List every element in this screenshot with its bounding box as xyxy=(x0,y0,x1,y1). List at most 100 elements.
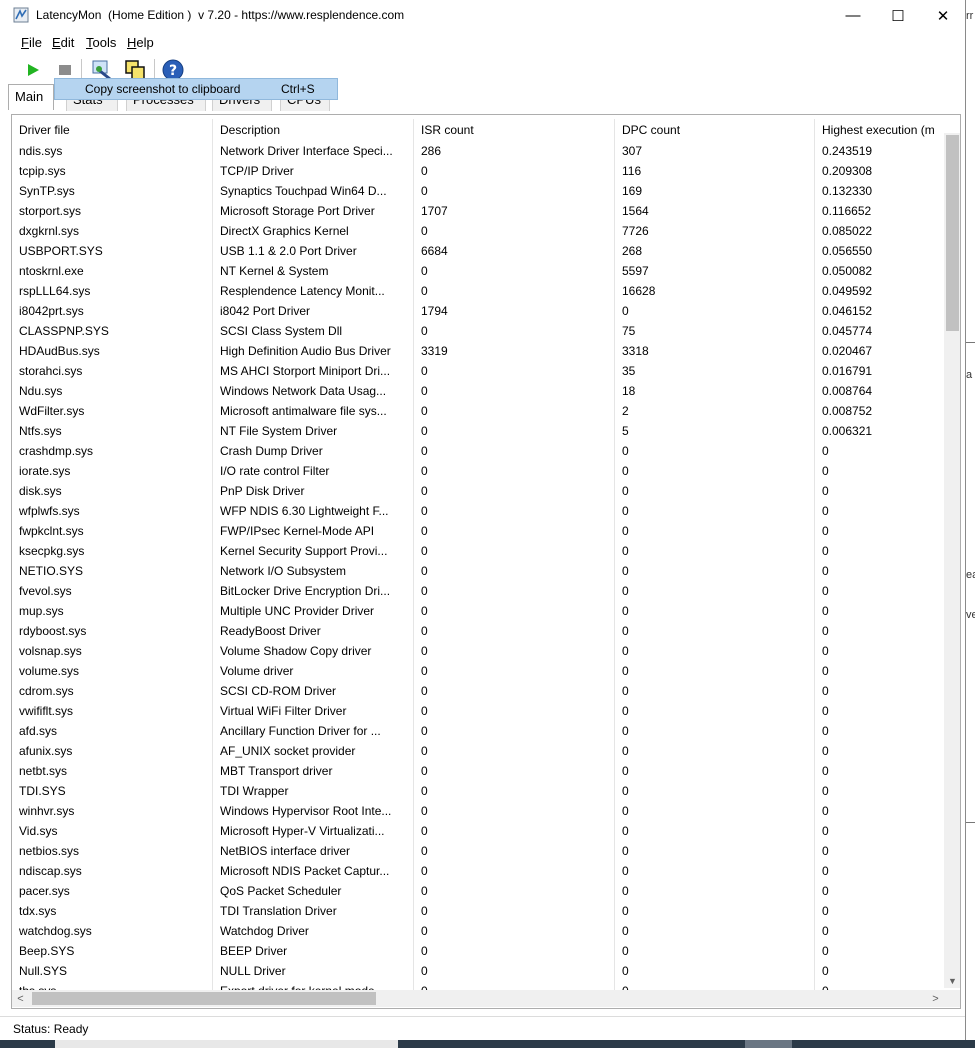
table-row[interactable]: i8042prt.sys i8042 Port Driver 1794 0 0.0461… xyxy=(12,301,944,321)
table-row[interactable]: Vid.sys Microsoft Hyper-V Virtualizati...… xyxy=(12,821,944,841)
background-divider xyxy=(966,822,975,823)
scroll-right-button[interactable]: > xyxy=(927,990,944,1007)
drivers-list[interactable]: Driver file Description ISR count DPC co… xyxy=(11,114,961,1009)
taskbar-item[interactable] xyxy=(745,1040,792,1048)
table-row[interactable]: winhvr.sys Windows Hypervisor Root Inte..… xyxy=(12,801,944,821)
column-header-dpc-count[interactable]: DPC count xyxy=(615,119,815,141)
cell-highest-execution: 0.008752 xyxy=(822,404,873,418)
title-bar[interactable]: LatencyMon (Home Edition ) v 7.20 - http… xyxy=(0,0,965,31)
cell-description: BEEP Driver xyxy=(213,941,414,961)
menu-help[interactable]: Help xyxy=(127,35,154,50)
cell-driver-file: winhvr.sys xyxy=(12,801,213,821)
cell-driver-file: NETIO.SYS xyxy=(12,561,213,581)
cell-description: Microsoft antimalware file sys... xyxy=(213,401,414,421)
cell-isr-count: 3319 xyxy=(414,341,615,361)
table-row[interactable]: ndiscap.sys Microsoft NDIS Packet Captur.… xyxy=(12,861,944,881)
menu-file[interactable]: File xyxy=(21,35,42,50)
table-row[interactable]: tcpip.sys TCP/IP Driver 0 116 0.209308 xyxy=(12,161,944,181)
table-row[interactable]: WdFilter.sys Microsoft antimalware file s… xyxy=(12,401,944,421)
table-row[interactable]: rspLLL64.sys Resplendence Latency Monit..… xyxy=(12,281,944,301)
table-row[interactable]: dxgkrnl.sys DirectX Graphics Kernel 0 7726 0… xyxy=(12,221,944,241)
table-row[interactable]: fvevol.sys BitLocker Drive Encryption Dri… xyxy=(12,581,944,601)
column-header-driver-file[interactable]: Driver file xyxy=(12,119,213,141)
cell-driver-file: TDI.SYS xyxy=(12,781,213,801)
cell-highest-execution: 0.085022 xyxy=(822,224,873,238)
horizontal-scrollbar[interactable]: < > xyxy=(12,990,944,1007)
table-row[interactable]: ndis.sys Network Driver Interface Speci..… xyxy=(12,141,944,161)
scroll-down-button[interactable]: ▼ xyxy=(944,974,960,988)
column-header-isr-count[interactable]: ISR count xyxy=(414,119,615,141)
scroll-left-button[interactable]: < xyxy=(12,990,29,1007)
cell-description: ReadyBoost Driver xyxy=(213,621,414,641)
table-row[interactable]: netbt.sys MBT Transport driver 0 0 0 xyxy=(12,761,944,781)
table-row[interactable]: Null.SYS NULL Driver 0 0 0 xyxy=(12,961,944,981)
cell-highest-execution: 0 xyxy=(822,884,829,898)
cell-driver-file: disk.sys xyxy=(12,481,213,501)
table-row[interactable]: volsnap.sys Volume Shadow Copy driver 0 0 0 xyxy=(12,641,944,661)
table-row[interactable]: storahci.sys MS AHCI Storport Miniport Dr… xyxy=(12,361,944,381)
table-row[interactable]: vwififlt.sys Virtual WiFi Filter Driver 0 0… xyxy=(12,701,944,721)
table-row[interactable]: tdx.sys TDI Translation Driver 0 0 0 xyxy=(12,901,944,921)
vertical-scroll-thumb[interactable] xyxy=(946,135,959,331)
table-row[interactable]: iorate.sys I/O rate control Filter 0 0 0 xyxy=(12,461,944,481)
table-row[interactable]: fwpkclnt.sys FWP/IPsec Kernel-Mode API 0 0 0 xyxy=(12,521,944,541)
table-row[interactable]: CLASSPNP.SYS SCSI Class System Dll 0 75 0.04… xyxy=(12,321,944,341)
cell-dpc-count: 0 xyxy=(615,641,815,661)
minimize-button[interactable]: — xyxy=(830,0,876,31)
table-row[interactable]: NETIO.SYS Network I/O Subsystem 0 0 0 xyxy=(12,561,944,581)
start-button[interactable] xyxy=(21,58,45,82)
column-header-description[interactable]: Description xyxy=(213,119,414,141)
cell-driver-file: tcpip.sys xyxy=(12,161,213,181)
table-row[interactable]: Ndu.sys Windows Network Data Usag... 0 18 0.… xyxy=(12,381,944,401)
table-row[interactable]: afd.sys Ancillary Function Driver for ...… xyxy=(12,721,944,741)
table-row[interactable]: storport.sys Microsoft Storage Port Drive… xyxy=(12,201,944,221)
cell-highest-execution: 0 xyxy=(822,824,829,838)
cell-driver-file: afd.sys xyxy=(12,721,213,741)
tab-main[interactable]: Main xyxy=(8,84,54,110)
cell-highest-execution: 0.045774 xyxy=(822,324,873,338)
cell-description: MBT Transport driver xyxy=(213,761,414,781)
table-row[interactable]: rdyboost.sys ReadyBoost Driver 0 0 0 xyxy=(12,621,944,641)
close-button[interactable]: ✕ xyxy=(920,0,966,31)
table-row[interactable]: netbios.sys NetBIOS interface driver 0 0 0 xyxy=(12,841,944,861)
table-row[interactable]: ksecpkg.sys Kernel Security Support Provi… xyxy=(12,541,944,561)
table-row[interactable]: ntoskrnl.exe NT Kernel & System 0 5597 0.050… xyxy=(12,261,944,281)
cell-isr-count: 0 xyxy=(414,701,615,721)
cell-description: High Definition Audio Bus Driver xyxy=(213,341,414,361)
cell-highest-execution: 0 xyxy=(822,584,829,598)
menu-edit[interactable]: Edit xyxy=(52,35,74,50)
cell-driver-file: Beep.SYS xyxy=(12,941,213,961)
close-icon: ✕ xyxy=(936,7,950,25)
table-row[interactable]: cdrom.sys SCSI CD-ROM Driver 0 0 0 xyxy=(12,681,944,701)
column-header-highest-execution[interactable]: Highest execution (m xyxy=(815,119,960,141)
table-row[interactable]: HDAudBus.sys High Definition Audio Bus Dr… xyxy=(12,341,944,361)
vertical-scrollbar[interactable]: ▲ ▼ xyxy=(944,133,960,988)
table-row[interactable]: mup.sys Multiple UNC Provider Driver 0 0 0 xyxy=(12,601,944,621)
menu-tools[interactable]: Tools xyxy=(86,35,116,50)
table-row[interactable]: wfplwfs.sys WFP NDIS 6.30 Lightweight F..… xyxy=(12,501,944,521)
table-row[interactable]: Beep.SYS BEEP Driver 0 0 0 xyxy=(12,941,944,961)
cell-description: Network I/O Subsystem xyxy=(213,561,414,581)
cell-dpc-count: 0 xyxy=(615,881,815,901)
cell-isr-count: 0 xyxy=(414,281,615,301)
table-row[interactable]: TDI.SYS TDI Wrapper 0 0 0 xyxy=(12,781,944,801)
table-row[interactable]: USBPORT.SYS USB 1.1 & 2.0 Port Driver 6684… xyxy=(12,241,944,261)
maximize-button[interactable]: ☐ xyxy=(875,0,921,31)
table-row[interactable]: SynTP.sys Synaptics Touchpad Win64 D... 0 1… xyxy=(12,181,944,201)
cell-isr-count: 0 xyxy=(414,841,615,861)
tooltip-shortcut: Ctrl+S xyxy=(281,82,315,96)
cell-driver-file: vwififlt.sys xyxy=(12,701,213,721)
table-row[interactable]: disk.sys PnP Disk Driver 0 0 0 xyxy=(12,481,944,501)
table-row[interactable]: crashdmp.sys Crash Dump Driver 0 0 0 xyxy=(12,441,944,461)
horizontal-scroll-thumb[interactable] xyxy=(32,992,376,1005)
cell-description: I/O rate control Filter xyxy=(213,461,414,481)
table-row[interactable]: afunix.sys AF_UNIX socket provider 0 0 0 xyxy=(12,741,944,761)
cell-description: QoS Packet Scheduler xyxy=(213,881,414,901)
taskbar-active-item[interactable] xyxy=(55,1040,398,1048)
table-row[interactable]: Ntfs.sys NT File System Driver 0 5 0.006321 xyxy=(12,421,944,441)
table-row[interactable]: pacer.sys QoS Packet Scheduler 0 0 0 xyxy=(12,881,944,901)
cell-highest-execution: 0.243519 xyxy=(822,144,873,158)
table-row[interactable]: watchdog.sys Watchdog Driver 0 0 0 xyxy=(12,921,944,941)
cell-highest-execution: 0 xyxy=(822,604,829,618)
table-row[interactable]: volume.sys Volume driver 0 0 0 xyxy=(12,661,944,681)
